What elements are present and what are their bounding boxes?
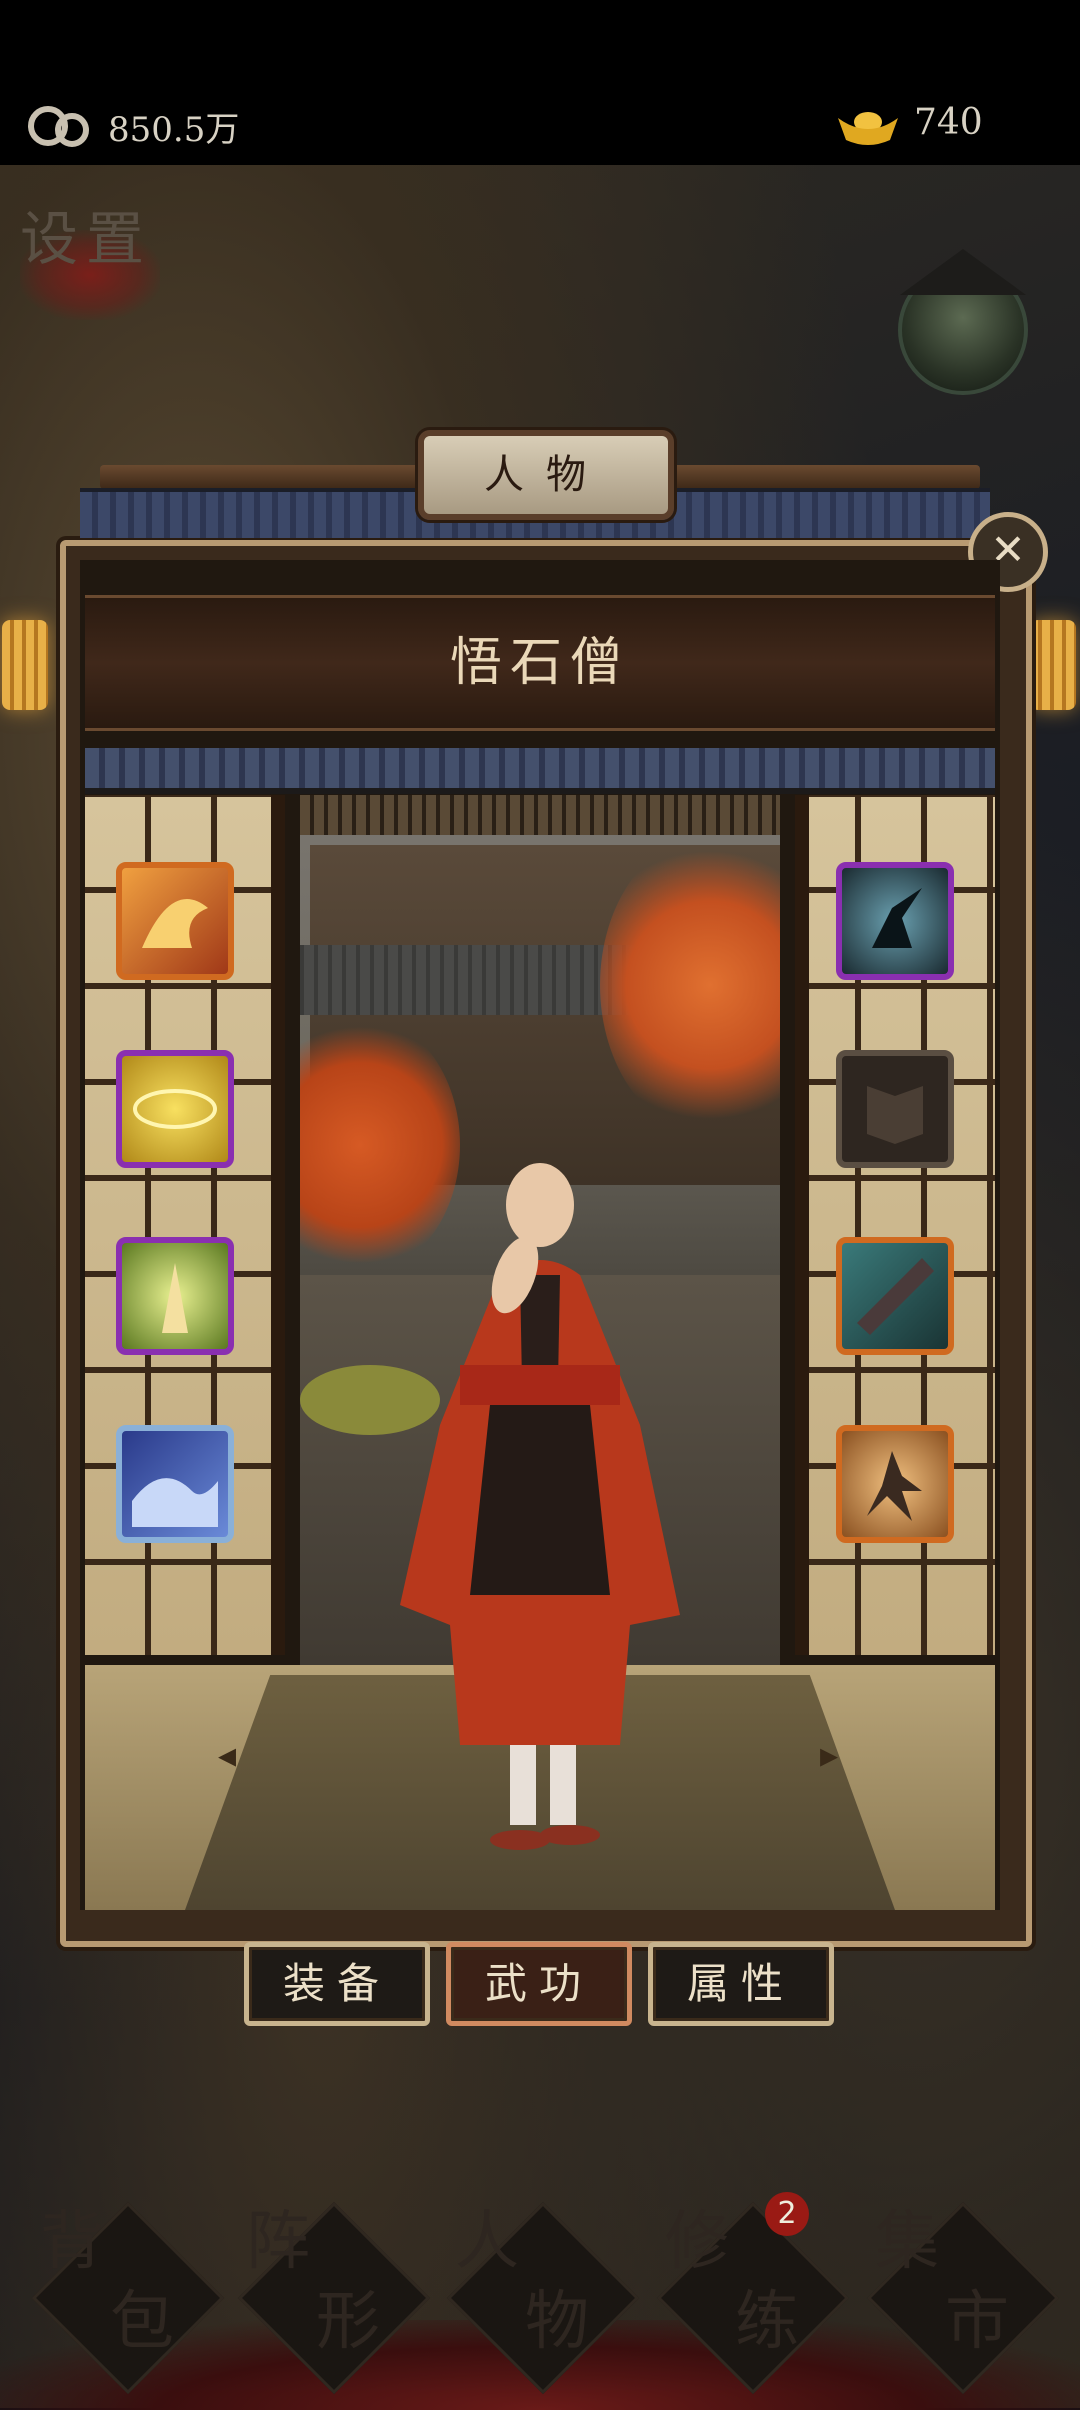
ingot-amount: 740 <box>914 102 983 143</box>
settings-label: 设置 <box>20 205 153 273</box>
top-resource-bar: 850.5万 740 <box>0 0 1080 165</box>
gold-ingot-icon <box>838 112 898 145</box>
nav-training-label-1: 修 <box>665 2205 729 2279</box>
nav-formation-label-2: 形 <box>316 2285 380 2359</box>
nav-formation[interactable]: 阵 形 <box>236 2200 431 2395</box>
nav-training-label-2: 练 <box>735 2285 799 2359</box>
prayer-beads-skill-icon[interactable] <box>116 1237 234 1355</box>
nav-bag-label-2: 包 <box>110 2285 174 2359</box>
copper-coin-icon <box>28 106 89 147</box>
nav-market[interactable]: 集 市 <box>865 2200 1060 2395</box>
nav-bag[interactable]: 背 包 <box>30 2200 225 2395</box>
nav-formation-label-1: 阵 <box>246 2205 310 2279</box>
eave-decoration <box>85 748 995 794</box>
monk-character[interactable] <box>380 1125 700 1865</box>
tab-martial-arts[interactable]: 武功 <box>446 1942 632 2026</box>
coin-amount: 850.5万 <box>108 110 240 150</box>
door-lattice <box>300 795 780 835</box>
nav-character-label-2: 物 <box>525 2285 589 2359</box>
prev-character-arrow-icon[interactable]: ◂ <box>218 1735 236 1776</box>
character-name: 悟石僧 <box>85 595 995 731</box>
nav-market-label-1: 集 <box>875 2205 939 2279</box>
tab-equipment[interactable]: 装备 <box>244 1942 430 2026</box>
settings-button[interactable]: 设置 <box>20 210 170 320</box>
tab-attributes[interactable]: 属性 <box>648 1942 834 2026</box>
bottom-nav: 背 包 阵 形 人 物 修 练 集 市 <box>0 2180 1080 2410</box>
leaping-figure-skill-icon[interactable] <box>836 862 954 980</box>
lantern-left-icon <box>2 620 48 710</box>
next-character-arrow-icon[interactable]: ▸ <box>820 1735 838 1776</box>
book-skill-icon[interactable] <box>836 1050 954 1168</box>
lantern-right-icon <box>1030 620 1076 710</box>
kungfu-stance-skill-icon[interactable] <box>836 1425 954 1543</box>
nav-character-label-1: 人 <box>455 2205 519 2279</box>
guqin-skill-icon[interactable] <box>836 1237 954 1355</box>
golden-orb-skill-icon[interactable] <box>116 1050 234 1168</box>
nav-character[interactable]: 人 物 <box>445 2200 640 2395</box>
nav-training[interactable]: 修 练 <box>655 2200 850 2395</box>
nav-market-label-2: 市 <box>945 2285 1009 2359</box>
player-avatar[interactable] <box>898 249 1028 395</box>
blue-wave-skill-icon[interactable] <box>116 1425 234 1543</box>
nav-bag-label-1: 背 <box>40 2205 104 2279</box>
training-badge: 2 <box>765 2192 809 2236</box>
panel-title: 人物 <box>418 430 674 520</box>
dragon-fire-skill-icon[interactable] <box>116 862 234 980</box>
